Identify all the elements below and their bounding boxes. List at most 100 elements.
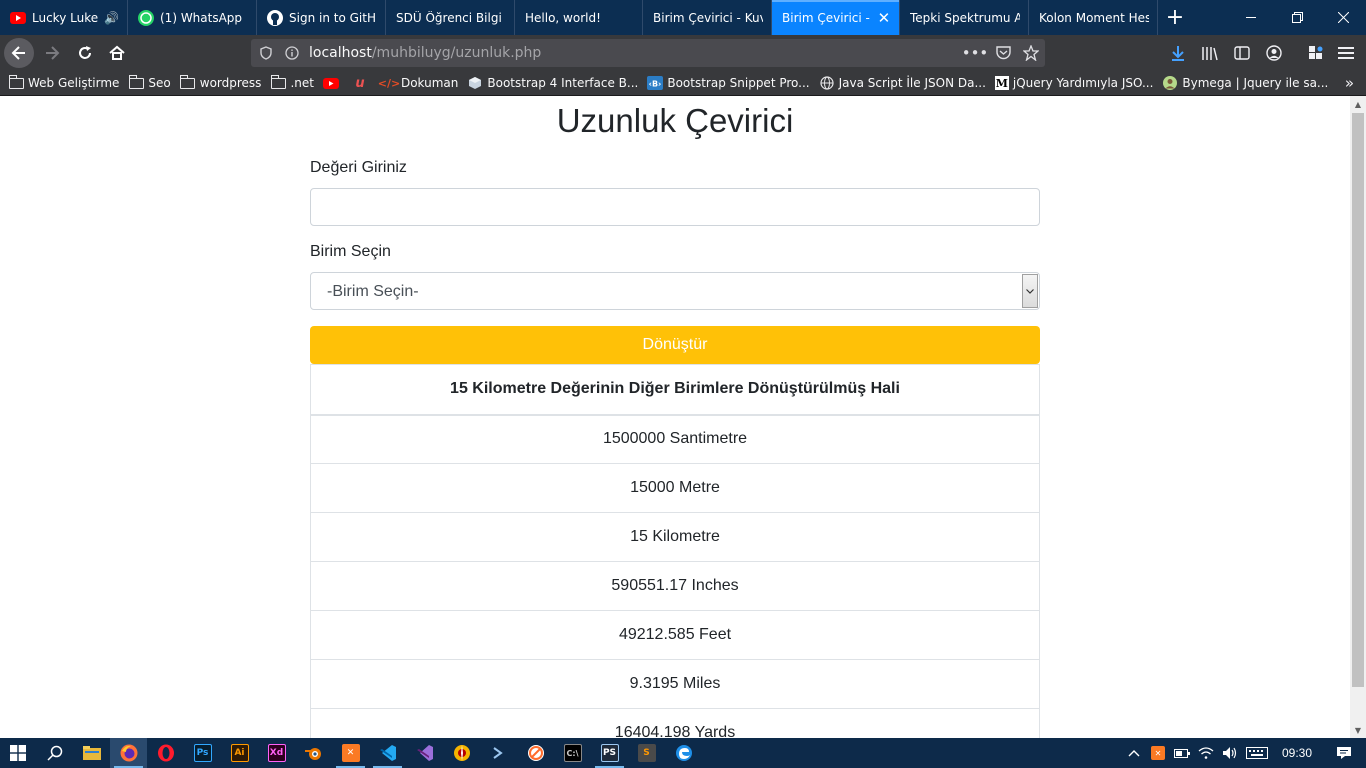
start-icon[interactable] [0, 738, 36, 768]
bookmark-seo[interactable]: Seo [128, 74, 171, 90]
url-text[interactable]: localhost/muhbiluyg/uzunluk.php [303, 45, 961, 61]
bookmark-udemy[interactable]: u [352, 76, 372, 91]
page-actions-icon[interactable]: ••• [961, 44, 989, 62]
search-icon[interactable] [36, 738, 73, 768]
pocket-icon[interactable] [989, 46, 1017, 60]
home-button[interactable] [102, 38, 132, 68]
new-tab-button[interactable]: + [1158, 0, 1192, 35]
visual-studio-icon[interactable] [406, 738, 443, 768]
folder-icon [8, 74, 24, 90]
battery-icon[interactable] [1170, 748, 1194, 758]
account-icon[interactable] [1262, 41, 1286, 65]
address-bar[interactable]: localhost/muhbiluyg/uzunluk.php ••• [251, 39, 1045, 67]
tab-tepki-spektrumu[interactable]: Tepki Spektrumu An [900, 0, 1029, 35]
opera-icon[interactable] [147, 738, 184, 768]
xampp-icon[interactable]: ✕ [332, 738, 369, 768]
tab-whatsapp[interactable]: (1) WhatsApp [128, 0, 257, 35]
scroll-up-icon[interactable]: ▲ [1350, 96, 1366, 112]
scroll-down-icon[interactable]: ▼ [1350, 722, 1366, 738]
bookmark-youtube[interactable] [322, 76, 343, 90]
powershell-ise-icon[interactable]: PS [591, 738, 628, 768]
bookmark-bootstrap-snippet[interactable]: ‹B› Bootstrap Snippet Pro... [647, 76, 810, 90]
result-cell: 15 Kilometre [310, 512, 1040, 562]
vertical-scrollbar[interactable]: ▲ ▼ [1350, 96, 1366, 738]
tab-birim-uzunluk[interactable]: Birim Çevirici - U ✕ [772, 0, 900, 35]
filezilla-icon[interactable] [443, 738, 480, 768]
bookmarks-overflow-icon[interactable]: » [1345, 74, 1354, 92]
tab-kolon-moment[interactable]: Kolon Moment Hesa [1029, 0, 1158, 35]
table-row: 49212.585 Feet [310, 610, 1040, 660]
value-label: Değeri Giriniz [310, 159, 407, 176]
photoshop-icon[interactable]: Ps [184, 738, 221, 768]
bookmark-label: .net [290, 76, 314, 90]
blender-icon[interactable] [295, 738, 332, 768]
folder-icon [270, 74, 286, 90]
cmd-icon[interactable]: C:\ [554, 738, 591, 768]
bookmark-bootstrap-interface[interactable]: Bootstrap 4 Interface B... [467, 76, 638, 90]
back-button[interactable] [4, 38, 34, 68]
table-row: 16404.198 Yards [310, 708, 1040, 738]
tab-github[interactable]: Sign in to GitHu [257, 0, 386, 35]
file-explorer-icon[interactable] [73, 738, 110, 768]
result-cell: 15000 Metre [310, 463, 1040, 513]
library-icon[interactable] [1198, 41, 1222, 65]
tracking-shield-icon[interactable] [255, 46, 277, 60]
tab-label: Tepki Spektrumu An [910, 10, 1020, 25]
tab-hello-world[interactable]: Hello, world! [515, 0, 643, 35]
firefox-icon[interactable] [110, 738, 147, 768]
wifi-icon[interactable] [1194, 747, 1218, 759]
table-row: 9.3195 Miles [310, 659, 1040, 709]
xd-icon[interactable]: Xd [258, 738, 295, 768]
whatsapp-icon [138, 9, 154, 26]
extensions-icon[interactable] [1304, 41, 1328, 65]
unit-select[interactable]: -Birim Seçin- [310, 272, 1040, 310]
bookmark-bymega[interactable]: Bymega | Jquery ile sa... [1162, 76, 1328, 90]
bookmark-star-icon[interactable] [1017, 45, 1045, 61]
bookmark-web-gelistirme[interactable]: Web Geliştirme [8, 74, 119, 90]
notifications-icon[interactable] [1322, 746, 1366, 760]
speaker-icon[interactable]: 🔊 [104, 11, 119, 25]
restore-button[interactable] [1274, 0, 1320, 35]
clock[interactable]: 09:30 [1272, 746, 1322, 760]
bookmark-javascript-json[interactable]: Java Script İle JSON Da... [819, 76, 986, 90]
menu-icon[interactable] [1334, 41, 1358, 65]
scrollbar-thumb[interactable] [1352, 113, 1364, 687]
close-tab-icon[interactable]: ✕ [877, 9, 891, 27]
vscode-icon[interactable] [369, 738, 406, 768]
edge-icon[interactable] [665, 738, 702, 768]
sidebar-icon[interactable] [1230, 41, 1254, 65]
bookmark-jquery-json[interactable]: MjQuery Yardımıyla JSO... [994, 76, 1153, 90]
cpanel-icon[interactable] [517, 738, 554, 768]
downloads-icon[interactable] [1166, 41, 1190, 65]
xampp-tray-icon[interactable]: ✕ [1146, 746, 1170, 760]
bookmark-label: Bootstrap Snippet Pro... [667, 76, 810, 90]
minimize-button[interactable] [1228, 0, 1274, 35]
tab-youtube[interactable]: Lucky Luke - 🔊 [0, 0, 128, 35]
powershell-icon[interactable] [480, 738, 517, 768]
chevron-up-icon[interactable] [1122, 749, 1146, 757]
convert-button[interactable]: Dönüştür [310, 326, 1040, 364]
volume-icon[interactable] [1218, 746, 1242, 760]
youtube-icon [10, 10, 26, 26]
tab-sdu[interactable]: SDÜ Öğrenci Bilgi Si [386, 0, 515, 35]
keyboard-icon[interactable] [1242, 747, 1272, 759]
bookmark-wordpress[interactable]: wordpress [180, 74, 261, 90]
bookmark-label: Seo [148, 76, 171, 90]
forward-button[interactable] [37, 38, 67, 68]
bookmark-label: Dokuman [400, 76, 459, 90]
unit-label: Birim Seçin [310, 243, 391, 260]
sublime-icon[interactable]: S [628, 738, 665, 768]
results-header: 15 Kilometre Değerinin Diğer Birimlere D… [310, 364, 1040, 416]
result-cell: 49212.585 Feet [310, 610, 1040, 660]
results-table: 15 Kilometre Değerinin Diğer Birimlere D… [310, 364, 1040, 738]
value-input[interactable] [310, 188, 1040, 226]
tab-birim-kuvvet[interactable]: Birim Çevirici - Kuvv [643, 0, 772, 35]
reload-button[interactable] [70, 38, 100, 68]
illustrator-icon[interactable]: Ai [221, 738, 258, 768]
chevron-down-icon[interactable] [1022, 274, 1038, 308]
bookmark-dokuman[interactable]: </> Dokuman [378, 76, 459, 90]
bookmark-dotnet[interactable]: .net [270, 74, 314, 90]
info-icon[interactable] [281, 46, 303, 60]
tab-label: (1) WhatsApp [160, 10, 243, 25]
close-window-button[interactable] [1320, 0, 1366, 35]
